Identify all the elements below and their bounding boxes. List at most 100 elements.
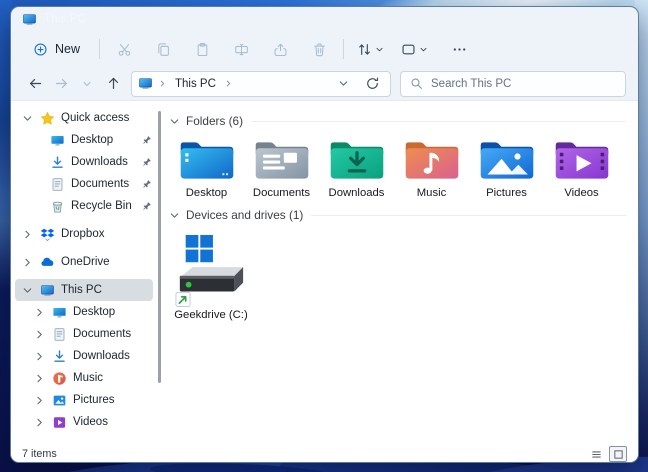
file-item-label: Geekdrive (C:) [174,309,247,321]
content-pane: Folders (6) Desktop Documents Downloads Musi… [161,101,638,446]
pictures-small-icon [51,392,67,408]
see-more-button[interactable] [444,34,474,64]
file-item-desktop[interactable]: Desktop [169,137,244,199]
file-item-documents[interactable]: Documents [244,137,319,199]
cut-button[interactable] [109,34,139,64]
onedrive-icon [39,254,55,270]
sort-button[interactable] [353,34,388,64]
desktop-wallpaper: This PC New This PC Search This PC Quick… [0,0,648,472]
section-header-devices-and-drives-1-: Devices and drives (1) [169,205,626,225]
chevron-right-icon[interactable] [33,329,45,340]
sidebar-item-videos[interactable]: Videos [11,411,161,433]
music-small-icon [51,370,67,386]
chevron-down-icon[interactable] [21,285,33,296]
explorer-body: Quick access Desktop Downloads Documents Rec… [11,100,638,446]
sidebar-item-onedrive[interactable]: OneDrive [11,251,161,273]
refresh-icon [365,76,380,91]
sidebar-item-label: Documents [71,178,129,190]
chevron-down-icon[interactable] [169,116,180,127]
chevron-right-icon[interactable] [21,229,33,240]
back-icon [28,76,43,91]
rename-button[interactable] [226,34,256,64]
window-title: This PC [44,13,86,25]
file-item-downloads[interactable]: Downloads [319,137,394,199]
chevron-right-icon[interactable] [33,307,45,318]
breadcrumb-item[interactable]: This PC [172,77,219,91]
address-bar: This PC Search This PC [11,67,638,100]
folder-videos-icon [553,137,611,184]
sidebar-item-label: Recycle Bin [71,200,132,212]
delete-button[interactable] [304,34,334,64]
view-button[interactable] [397,34,432,64]
sidebar-item-label: Documents [73,328,131,340]
details-view-button[interactable] [587,446,605,462]
address-box[interactable]: This PC [131,71,391,97]
sidebar-item-downloads[interactable]: Downloads [11,151,161,173]
copy-icon [156,42,171,57]
sidebar-item-label: OneDrive [61,256,110,268]
sidebar-item-label: Downloads [73,350,130,362]
file-item-videos[interactable]: Videos [544,137,619,199]
sidebar-item-documents[interactable]: Documents [11,323,161,345]
cut-icon [117,42,132,57]
back-button[interactable] [23,72,47,96]
desktop-blue-icon [51,304,67,320]
sidebar-item-desktop[interactable]: Desktop [11,301,161,323]
section-header-folders-6-: Folders (6) [169,111,626,131]
sidebar-item-label: Desktop [73,306,115,318]
folder-downloads-icon [328,137,386,184]
search-box[interactable]: Search This PC [400,71,626,97]
sidebar-item-quick-access[interactable]: Quick access [11,107,161,129]
details-view-icon [591,449,602,460]
chevron-down-icon[interactable] [21,113,33,124]
file-explorer-window: This PC New This PC Search This PC Quick… [10,6,639,463]
items-count: 7 items [22,448,57,460]
forward-button[interactable] [49,72,73,96]
pin-icon [141,135,152,146]
copy-button[interactable] [148,34,178,64]
file-item-geekdrive-c-[interactable]: Geekdrive (C:) [169,233,253,321]
documents-doc-icon [51,326,67,342]
chevron-right-icon[interactable] [33,395,45,406]
new-button[interactable]: New [25,37,90,62]
file-item-pictures[interactable]: Pictures [469,137,544,199]
recent-locations-button[interactable] [75,72,99,96]
search-placeholder: Search This PC [431,78,511,90]
more-dots-icon [452,42,467,57]
up-button[interactable] [101,72,125,96]
sidebar-item-this-pc[interactable]: This PC [15,279,153,301]
file-item-label: Documents [253,187,310,199]
breadcrumb-chevron-icon [158,79,167,88]
sort-icon [357,42,372,57]
refresh-button[interactable] [360,72,384,96]
section-title: Devices and drives (1) [186,208,303,222]
item-grid: Geekdrive (C:) [169,231,626,321]
sidebar-item-downloads[interactable]: Downloads [11,345,161,367]
sidebar-item-pictures[interactable]: Pictures [11,389,161,411]
chevron-down-icon[interactable] [169,210,180,221]
chevron-right-icon[interactable] [33,351,45,362]
sidebar-item-music[interactable]: Music [11,367,161,389]
sidebar-item-dropbox[interactable]: Dropbox [11,223,161,245]
address-dropdown-button[interactable] [331,72,355,96]
pin-icon [141,157,152,168]
large-thumbnails-view-button[interactable] [609,446,627,462]
rename-icon [234,42,249,57]
chevron-right-icon[interactable] [21,257,33,268]
sidebar-scrollbar-thumb[interactable] [158,111,161,383]
share-button[interactable] [265,34,295,64]
file-item-label: Videos [564,187,598,199]
chevron-right-icon[interactable] [33,373,45,384]
paste-button[interactable] [187,34,217,64]
section-rule [311,215,626,216]
sidebar-item-label: Music [73,372,103,384]
sidebar-item-documents[interactable]: Documents [11,173,161,195]
file-item-label: Downloads [329,187,385,199]
file-item-label: Desktop [186,187,227,199]
chevron-right-icon[interactable] [33,417,45,428]
pin-icon [141,201,152,212]
sidebar-item-label: Desktop [71,134,113,146]
sidebar-item-recycle-bin[interactable]: Recycle Bin [11,195,161,217]
sidebar-item-desktop[interactable]: Desktop [11,129,161,151]
file-item-music[interactable]: Music [394,137,469,199]
